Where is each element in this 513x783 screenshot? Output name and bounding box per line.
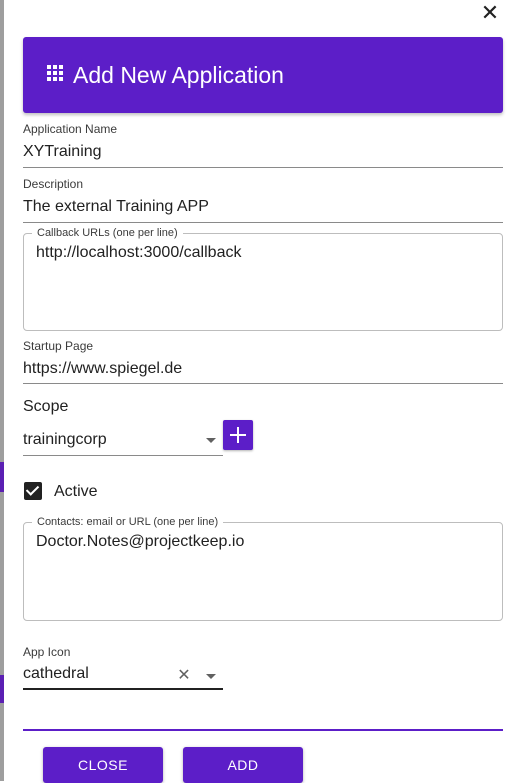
callback-urls-value[interactable]: http://localhost:3000/callback — [36, 244, 241, 262]
description-field[interactable]: Description The external Training APP — [23, 177, 503, 223]
app-icon-select[interactable]: cathedral — [23, 664, 223, 690]
startup-page-input[interactable]: https://www.spiegel.de — [23, 360, 182, 378]
chevron-down-icon[interactable] — [206, 674, 216, 679]
apps-grid-icon — [47, 65, 63, 81]
close-button[interactable]: CLOSE — [43, 747, 163, 783]
dialog-title: Add New Application — [73, 62, 284, 88]
app-name-input[interactable]: XYTraining — [23, 143, 102, 161]
footer-divider — [23, 729, 503, 731]
background-page-edge — [0, 675, 4, 703]
app-icon-select-value: cathedral — [23, 665, 89, 682]
background-page-edge — [0, 0, 4, 781]
chevron-down-icon[interactable] — [206, 438, 216, 443]
close-icon[interactable]: ✕ — [479, 3, 501, 25]
add-button[interactable]: ADD — [183, 747, 303, 783]
contacts-textarea[interactable]: Contacts: email or URL (one per line) Do… — [23, 515, 503, 621]
active-checkbox[interactable] — [24, 482, 42, 500]
contacts-label: Contacts: email or URL (one per line) — [32, 515, 224, 529]
scope-select-value: trainingcorp — [23, 431, 107, 448]
add-scope-button[interactable] — [223, 420, 253, 450]
scope-select[interactable]: trainingcorp — [23, 430, 223, 456]
startup-page-label: Startup Page — [23, 339, 94, 353]
callback-urls-textarea[interactable]: Callback URLs (one per line) http://loca… — [23, 226, 503, 331]
active-label: Active — [54, 483, 98, 500]
scope-label: Scope — [23, 398, 69, 415]
background-page-edge — [0, 462, 4, 492]
dialog-header: Add New Application — [23, 37, 503, 113]
startup-page-field[interactable]: Startup Page https://www.spiegel.de — [23, 339, 503, 384]
description-label: Description — [23, 177, 84, 191]
app-name-field[interactable]: Application Name XYTraining — [23, 122, 503, 168]
contacts-value[interactable]: Doctor.Notes@projectkeep.io — [36, 533, 244, 551]
callback-urls-label: Callback URLs (one per line) — [32, 226, 183, 240]
description-input[interactable]: The external Training APP — [23, 198, 209, 216]
app-name-label: Application Name — [23, 122, 118, 136]
clear-icon[interactable]: ✕ — [176, 667, 192, 683]
app-icon-label: App Icon — [23, 645, 71, 659]
